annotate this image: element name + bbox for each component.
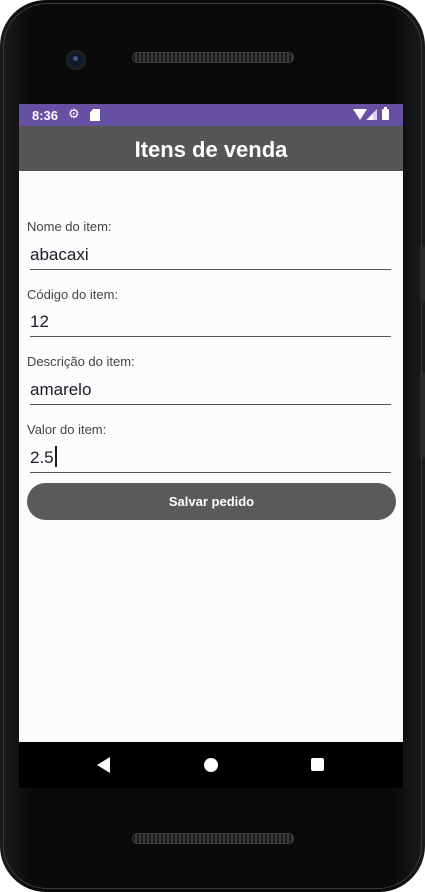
home-icon[interactable] [204,758,218,772]
text-cursor [55,446,57,467]
item-description-label: Descrição do item: [27,354,135,369]
recents-icon[interactable] [311,758,324,771]
item-value-input[interactable] [30,448,391,468]
item-name-input[interactable] [30,245,391,265]
app-screen: 8:36 ⚙ Itens de venda Nome do item: Códi… [19,104,403,742]
item-value-label: Valor do item: [27,422,107,437]
save-order-button[interactable]: Salvar pedido [27,483,396,520]
settings-icon: ⚙ [68,106,80,121]
page-title: Itens de venda [134,137,288,162]
item-name-label: Nome do item: [27,219,112,234]
top-speaker [132,52,294,63]
item-code-label: Código do item: [27,287,119,302]
app-bar: Itens de venda [19,126,403,171]
status-bar: 8:36 ⚙ [19,104,403,126]
front-camera [66,50,86,70]
item-description-field[interactable] [30,374,391,405]
wifi-icon [353,109,367,120]
item-description-input[interactable] [30,380,391,400]
bottom-speaker [132,833,294,844]
signal-strength-icon [367,114,373,120]
item-name-field[interactable] [30,239,391,270]
battery-icon [382,107,389,120]
volume-button [420,246,425,302]
sd-card-icon [90,109,100,121]
power-button [420,372,425,458]
item-code-field[interactable] [30,306,391,337]
status-time: 8:36 [32,108,59,123]
item-value-field[interactable] [30,442,391,473]
navigation-bar [19,742,403,788]
item-code-input[interactable] [30,312,391,332]
back-icon[interactable] [97,757,110,773]
